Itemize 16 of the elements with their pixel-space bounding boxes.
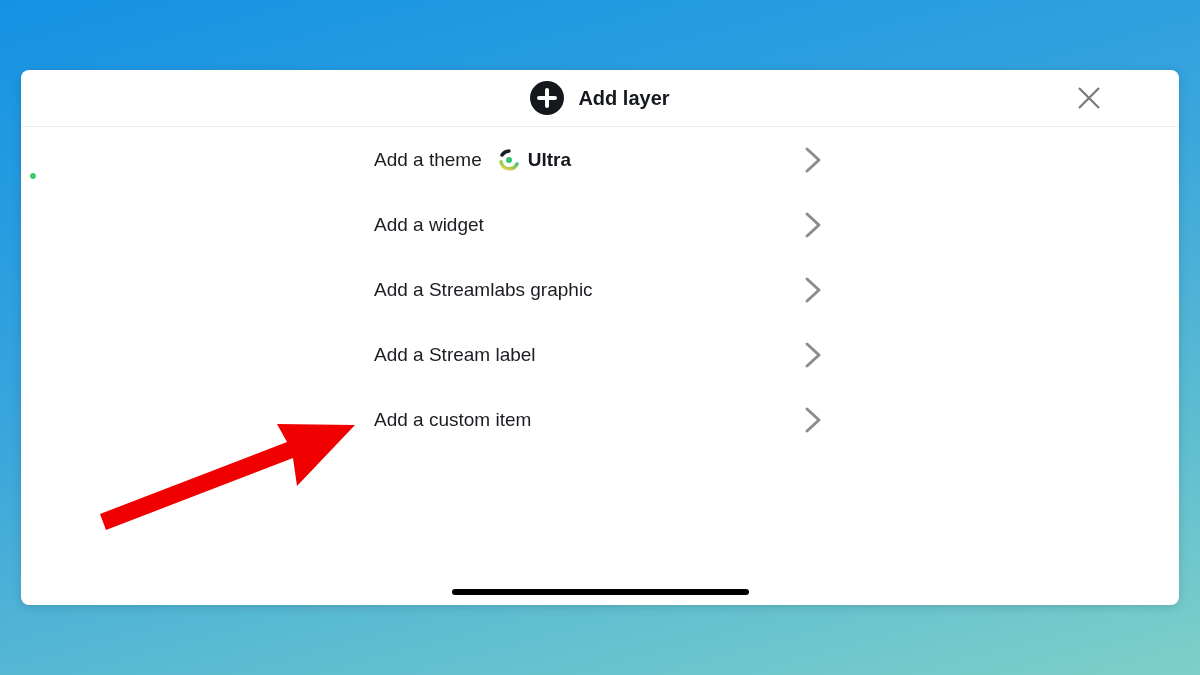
ring-logo-icon xyxy=(497,148,520,171)
dot-icon xyxy=(30,173,36,179)
plan-label: Ultra xyxy=(527,148,572,171)
menu-item-label[interactable]: Add a Stream label xyxy=(374,343,536,366)
chevron-right-icon[interactable] xyxy=(804,145,822,174)
chevron-right-icon[interactable] xyxy=(804,340,822,369)
plus-circle-icon xyxy=(530,81,565,115)
chevron-right-icon[interactable] xyxy=(804,405,822,434)
menu-item-label[interactable]: Add a Streamlabs graphic xyxy=(374,278,593,301)
menu-item-label[interactable]: Add a widget xyxy=(374,213,484,236)
menu-item-label[interactable]: Add a theme xyxy=(374,148,482,171)
menu-item-label[interactable]: Add a custom item xyxy=(374,408,532,431)
close-button[interactable] xyxy=(1077,86,1101,110)
chevron-right-icon[interactable] xyxy=(804,210,822,239)
dialog-title: Add layer xyxy=(578,86,670,110)
chevron-right-icon[interactable] xyxy=(804,275,822,304)
